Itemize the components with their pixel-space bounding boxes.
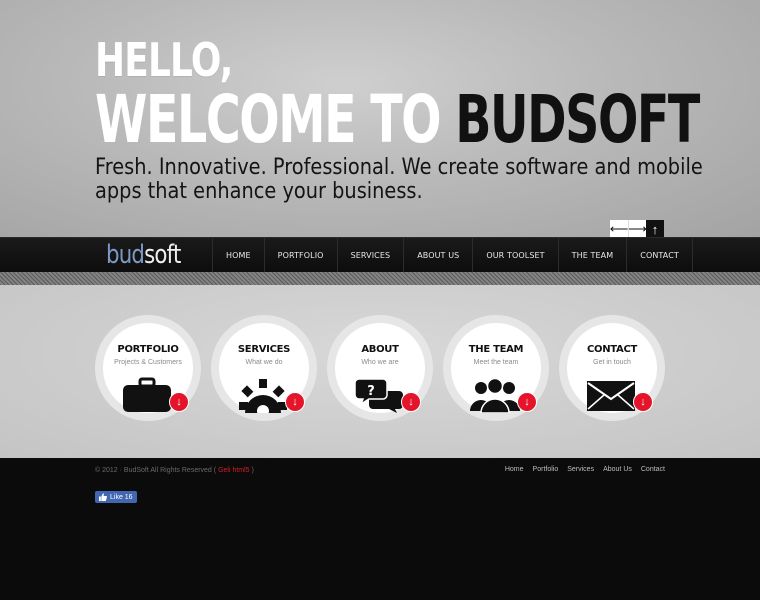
logo-bud-text: bud (106, 240, 145, 270)
footer-link-portfolio[interactable]: Portfolio (533, 466, 559, 473)
feature-title: PORTFOLIO (117, 344, 179, 355)
feature-title: CONTACT (586, 344, 638, 355)
feature-arrow-down-icon[interactable]: ↓ (169, 392, 189, 412)
feature-the-team[interactable]: THE TEAM Meet the team ↓ (443, 315, 549, 421)
hero-headline-welcome: WELCOME TO (95, 81, 456, 158)
nav-item-home[interactable]: HOME (212, 238, 264, 273)
copyright-text: © 2012 · BudSoft All Rights Reserved ( G… (95, 467, 254, 474)
feature-arrow-down-icon[interactable]: ↓ (517, 392, 537, 412)
scroll-up-button[interactable]: ↑ (646, 220, 664, 238)
feature-arrow-down-icon[interactable]: ↓ (633, 392, 653, 412)
main-navbar: budsoft HOME PORTFOLIO SERVICES ABOUT US… (0, 237, 760, 273)
feature-about[interactable]: ABOUT Who we are ? ↓ (327, 315, 433, 421)
hero-tagline: Fresh. Innovative. Professional. We crea… (95, 155, 703, 204)
svg-text:?: ? (367, 384, 375, 399)
people-icon (470, 377, 520, 413)
feature-subtitle: Get in touch (593, 359, 631, 366)
nav-menu: HOME PORTFOLIO SERVICES ABOUT US OUR TOO… (212, 238, 693, 273)
site-footer: © 2012 · BudSoft All Rights Reserved ( G… (0, 458, 760, 600)
nav-item-about-us[interactable]: ABOUT US (403, 238, 472, 273)
hero-headline: WELCOME TO BUDSOFT (95, 81, 700, 158)
nav-item-portfolio[interactable]: PORTFOLIO (263, 238, 337, 273)
copyright-prefix: © 2012 · BudSoft All Rights Reserved ( (95, 467, 219, 474)
nav-item-the-team[interactable]: THE TEAM (557, 238, 627, 273)
logo-soft-text: soft (144, 240, 181, 270)
diagonal-stripe-divider (0, 272, 760, 285)
nav-item-our-toolset[interactable]: OUR TOOLSET (472, 238, 557, 273)
nav-item-contact[interactable]: CONTACT (626, 238, 693, 273)
feature-subtitle: Meet the team (473, 359, 519, 366)
feature-portfolio[interactable]: PORTFOLIO Projects & Customers ↓ (95, 315, 201, 421)
nav-item-services[interactable]: SERVICES (336, 238, 404, 273)
feature-title: SERVICES (237, 344, 291, 355)
footer-link-contact[interactable]: Contact (641, 466, 665, 473)
slider-next-button[interactable]: ⟶ (628, 220, 647, 238)
hero-headline-brand: BUDSOFT (455, 81, 700, 158)
feature-subtitle: Who we are (361, 359, 399, 366)
gear-icon (239, 379, 287, 413)
feature-title: ABOUT (361, 344, 399, 355)
feature-arrow-down-icon[interactable]: ↓ (285, 392, 305, 412)
briefcase-icon (123, 377, 171, 412)
feature-subtitle: Projects & Customers (114, 359, 182, 366)
chat-bubbles-icon: ? (354, 378, 403, 413)
thumbs-up-icon (99, 493, 107, 501)
feature-title: THE TEAM (468, 344, 524, 355)
feature-arrow-down-icon[interactable]: ↓ (401, 392, 421, 412)
copyright-link[interactable]: Geli html5 (218, 467, 250, 474)
facebook-like-label: Like 16 (110, 493, 133, 501)
feature-services[interactable]: SERVICES What we do ↓ (211, 315, 317, 421)
copyright-suffix: ) (249, 467, 254, 474)
feature-subtitle: What we do (245, 359, 283, 366)
footer-link-about-us[interactable]: About Us (603, 466, 632, 473)
footer-link-services[interactable]: Services (567, 466, 594, 473)
budsoft-logo[interactable]: budsoft (106, 239, 181, 271)
slider-prev-button[interactable]: ⟵ (610, 220, 628, 238)
feature-section: PORTFOLIO Projects & Customers ↓ SERVICE… (0, 285, 760, 458)
footer-links: Home Portfolio Services About Us Contact (505, 466, 665, 473)
hero-banner: HELLO, WELCOME TO BUDSOFT Fresh. Innovat… (0, 0, 760, 238)
facebook-like-button[interactable]: Like 16 (95, 491, 137, 503)
envelope-icon (587, 381, 635, 411)
feature-contact[interactable]: CONTACT Get in touch ↓ (559, 315, 665, 421)
footer-link-home[interactable]: Home (505, 466, 524, 473)
